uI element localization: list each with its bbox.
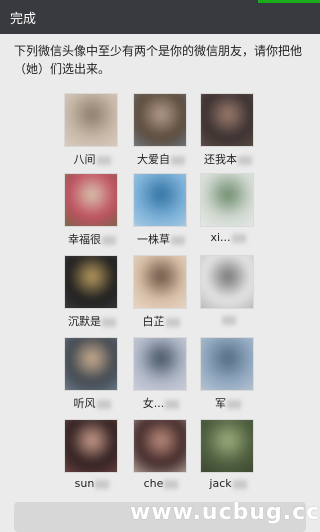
progress-indicator xyxy=(258,0,320,3)
avatar-option[interactable]: xi... xyxy=(200,173,256,247)
avatar-name: 女... xyxy=(125,395,197,411)
avatar-option[interactable]: 八间 xyxy=(64,93,120,167)
avatar-image xyxy=(133,337,187,391)
avatar-image xyxy=(64,173,118,227)
top-bar: 完成 xyxy=(0,0,320,34)
avatar-option[interactable]: 大爱自 xyxy=(133,93,189,167)
avatar-name: che xyxy=(125,477,197,490)
avatar-name: 大爱自 xyxy=(125,151,197,167)
avatar-image xyxy=(200,93,254,147)
avatar-option[interactable]: che xyxy=(133,419,189,493)
avatar-image xyxy=(64,419,118,473)
avatar-image xyxy=(64,337,118,391)
avatar-image xyxy=(200,419,254,473)
avatar-option[interactable]: sun xyxy=(64,419,120,493)
avatar-name: 听风 xyxy=(56,395,128,411)
avatar-image xyxy=(133,173,187,227)
avatar-image xyxy=(200,173,254,227)
avatar-option[interactable]: 还我本 xyxy=(200,93,256,167)
avatar-name: jack xyxy=(192,477,264,490)
avatar-name: 还我本 xyxy=(192,151,264,167)
avatar-name xyxy=(192,313,264,326)
avatar-option[interactable]: 白芷 xyxy=(133,255,189,329)
avatar-option[interactable]: 听风 xyxy=(64,337,120,411)
avatar-name: 一株草 xyxy=(125,231,197,247)
avatar-name: 沉默是 xyxy=(56,313,128,329)
avatar-option[interactable]: 军 xyxy=(200,337,256,411)
avatar-image xyxy=(200,255,254,309)
avatar-image xyxy=(200,337,254,391)
avatar-name: xi... xyxy=(192,231,264,244)
avatar-option[interactable] xyxy=(200,255,256,329)
avatar-image xyxy=(64,93,118,147)
avatar-option[interactable]: jack xyxy=(200,419,256,493)
avatar-image xyxy=(64,255,118,309)
avatar-image xyxy=(133,255,187,309)
avatar-name: 幸福很 xyxy=(56,231,128,247)
avatar-name: 白芷 xyxy=(125,313,197,329)
avatar-option[interactable]: 女... xyxy=(133,337,189,411)
avatar-name: 八间 xyxy=(56,151,128,167)
avatar-image xyxy=(133,93,187,147)
watermark: www.ucbug.cc xyxy=(130,500,320,525)
avatar-option[interactable]: 一株草 xyxy=(133,173,189,247)
instruction-text: 下列微信头像中至少有两个是你的微信朋友，请你把他（她）们选出来。 xyxy=(14,44,303,76)
avatar-name: sun xyxy=(56,477,128,490)
avatar-image xyxy=(133,419,187,473)
avatar-option[interactable]: 沉默是 xyxy=(64,255,120,329)
done-button[interactable]: 完成 xyxy=(10,8,36,27)
avatar-option[interactable]: 幸福很 xyxy=(64,173,120,247)
avatar-name: 军 xyxy=(192,395,264,411)
